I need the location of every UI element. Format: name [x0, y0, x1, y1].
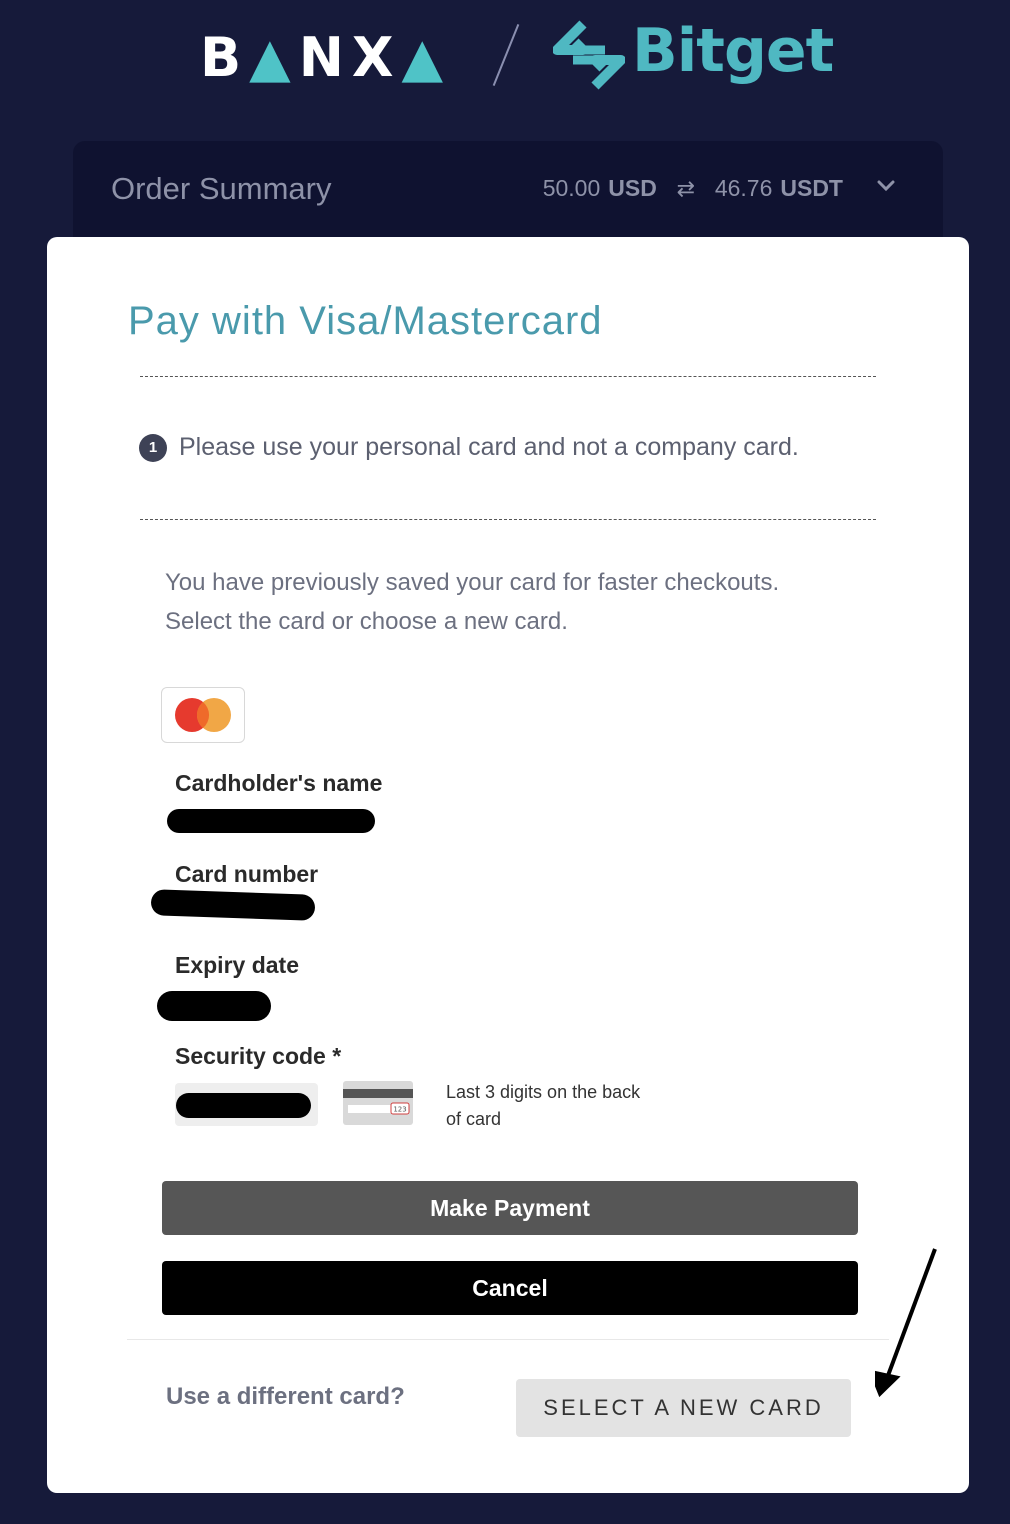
- expiry-date-label: Expiry date: [175, 952, 299, 978]
- make-payment-button[interactable]: Make Payment: [162, 1181, 858, 1235]
- security-code-label: Security code *: [175, 1043, 342, 1069]
- notice-text: Please use your personal card and not a …: [179, 433, 799, 461]
- order-summary-title: Order Summary: [111, 171, 332, 206]
- fiat-currency: USD: [608, 175, 657, 201]
- swap-arrows-icon: ⇄: [676, 175, 696, 201]
- mastercard-icon: [175, 698, 231, 732]
- card-number-label: Card number: [175, 861, 319, 887]
- svg-text:123: 123: [393, 1106, 406, 1114]
- saved-card-line-1: You have previously saved your card for …: [165, 569, 780, 596]
- different-card-prompt: Use a different card?: [166, 1383, 405, 1410]
- annotation-arrow-icon: [875, 1248, 937, 1398]
- saved-card-line-2: Select the card or choose a new card.: [165, 608, 568, 635]
- fiat-amount: 50.00: [542, 175, 601, 201]
- saved-card-message: You have previously saved your card for …: [165, 563, 885, 641]
- divider-solid: [127, 1339, 889, 1340]
- bitget-logo-icon: [553, 20, 625, 90]
- crypto-currency: USDT: [780, 175, 843, 201]
- cancel-button[interactable]: Cancel: [162, 1261, 858, 1315]
- order-summary-bar[interactable]: Order Summary 50.00 USD ⇄ 46.76 USDT: [73, 141, 943, 251]
- payment-heading: Pay with Visa/Mastercard: [128, 299, 603, 343]
- divider-dashed: [140, 519, 876, 520]
- security-code-help: Last 3 digits on the back of card: [446, 1082, 641, 1129]
- header-logos: B▲NX▲ Bitget: [0, 0, 1010, 120]
- saved-card-selector[interactable]: [161, 687, 245, 743]
- cardholder-name-label: Cardholder's name: [175, 770, 383, 796]
- crypto-amount: 46.76: [714, 175, 773, 201]
- card-number-value-redacted: [150, 889, 316, 921]
- select-new-card-button[interactable]: SELECT A NEW CARD: [516, 1379, 851, 1437]
- logo-separator: [492, 24, 520, 86]
- divider-dashed: [140, 376, 876, 377]
- personal-card-notice: 1 Please use your personal card and not …: [139, 433, 799, 462]
- payment-panel: Pay with Visa/Mastercard 1 Please use yo…: [47, 237, 969, 1493]
- security-code-value-redacted: [176, 1093, 311, 1118]
- cardholder-name-value-redacted: [167, 809, 375, 833]
- card-back-cvv-icon: 123: [343, 1081, 413, 1125]
- banxa-logo: B▲NX▲: [200, 26, 452, 89]
- bitget-logo: Bitget: [632, 16, 834, 86]
- expiry-date-value-redacted: [157, 991, 271, 1021]
- info-number-icon: 1: [139, 433, 167, 462]
- chevron-down-icon[interactable]: [875, 175, 897, 197]
- order-summary-amounts: 50.00 USD ⇄ 46.76 USDT: [543, 175, 843, 202]
